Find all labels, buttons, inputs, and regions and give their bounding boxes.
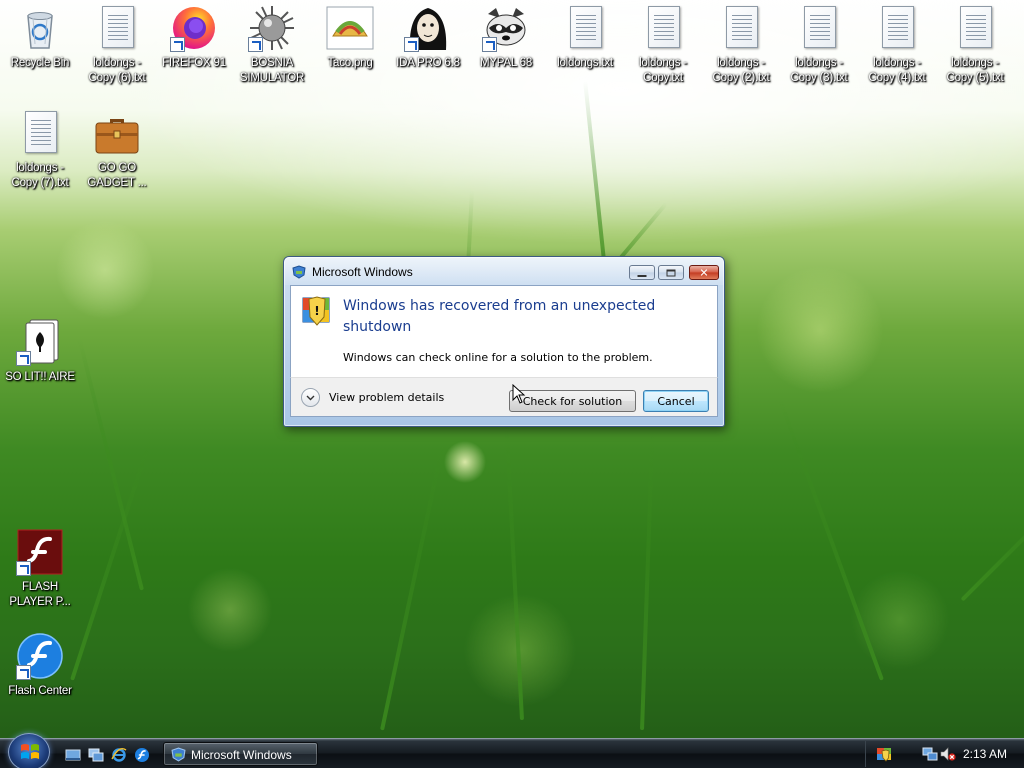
- desktop-icon-label: Flash Center: [8, 685, 72, 697]
- desktop-icon-firefox[interactable]: FIREFOX 91: [154, 4, 234, 71]
- chevron-down-icon: [301, 388, 320, 407]
- text-file-icon: [873, 4, 921, 52]
- desktop-icon-loldongs[interactable]: loldongs.txt: [545, 4, 625, 71]
- text-file-icon: [93, 4, 141, 52]
- spiky-mine-icon: [248, 4, 296, 52]
- desktop-icon-label: loldongs - Copy (6).txt: [88, 57, 146, 84]
- desktop-icon-label: loldongs - Copy.txt: [639, 57, 687, 84]
- check-for-solution-button[interactable]: Check for solution: [509, 390, 636, 412]
- windows-shield-icon: [171, 747, 186, 762]
- minimize-icon: [637, 274, 647, 277]
- desktop-icon-label: Taco.png: [327, 57, 373, 69]
- desktop-icon-label: GO GO GADGET ...: [87, 162, 147, 189]
- text-file-icon: [639, 4, 687, 52]
- desktop-icon-go-go-gadget[interactable]: GO GO GADGET ...: [77, 109, 157, 191]
- ida-pro-icon: [404, 4, 452, 52]
- desktop-icon-label: loldongs - Copy (3).txt: [790, 57, 848, 84]
- desktop-icon-label: loldongs.txt: [557, 57, 613, 69]
- desktop-icon-loldongs-copy-7[interactable]: loldongs - Copy (7).txt: [0, 109, 80, 191]
- view-problem-details-toggle[interactable]: View problem details: [301, 388, 444, 407]
- desktop-icon-label: loldongs - Copy (7).txt: [11, 162, 69, 189]
- desktop-icon-loldongs-copy-5[interactable]: loldongs - Copy (5).txt: [935, 4, 1015, 86]
- view-problem-details-label: View problem details: [329, 391, 445, 404]
- text-file-icon: [795, 4, 843, 52]
- windows-logo-icon: [21, 744, 39, 759]
- dialog-main-instruction: Windows has recovered from an unexpected…: [343, 298, 656, 335]
- text-file-icon: [717, 4, 765, 52]
- desktop-icon-bosnia-simulator[interactable]: BOSNIA SIMULATOR: [232, 4, 312, 86]
- windows-shield-icon: [292, 264, 306, 279]
- desktop-icon-flash-center[interactable]: Flash Center: [0, 632, 80, 699]
- desktop-icon-mypal[interactable]: MYPAL 68: [466, 4, 546, 71]
- security-center-icon[interactable]: [876, 746, 892, 762]
- dialog-title: Microsoft Windows: [312, 265, 413, 279]
- close-icon: ✕: [699, 266, 709, 279]
- flash-icon[interactable]: [134, 747, 150, 763]
- network-icon[interactable]: [922, 746, 938, 762]
- desktop-icon-solitaire[interactable]: SO LIT!! AIRE: [0, 318, 80, 385]
- desktop-icon-loldongs-copy-2[interactable]: loldongs - Copy (2).txt: [701, 4, 781, 86]
- taskbar: Microsoft Windows 2:13 AM: [0, 733, 1024, 768]
- show-desktop-icon[interactable]: [65, 747, 81, 763]
- dialog-content: ! Windows has recovered from an unexpect…: [290, 285, 718, 377]
- maximize-button[interactable]: [658, 265, 684, 280]
- flash-center-icon: [16, 632, 64, 680]
- desktop-icon-label: SO LIT!! AIRE: [5, 371, 75, 383]
- internet-explorer-icon[interactable]: [111, 747, 127, 763]
- recycle-bin-icon: [16, 4, 64, 52]
- dialog-footer: View problem details Check for solution …: [290, 377, 718, 417]
- start-button[interactable]: [8, 733, 50, 768]
- cancel-button[interactable]: Cancel: [643, 390, 709, 412]
- taskbar-button-microsoft-windows[interactable]: Microsoft Windows: [163, 742, 318, 766]
- mouse-cursor-icon: [512, 384, 526, 404]
- taco-image-icon: [326, 4, 374, 52]
- desktop-icon-label: loldongs - Copy (5).txt: [946, 57, 1004, 84]
- desktop-icon-flash-player[interactable]: FLASH PLAYER P...: [0, 528, 80, 610]
- close-button[interactable]: ✕: [689, 265, 719, 280]
- desktop-icon-label: MYPAL 68: [479, 57, 533, 69]
- text-file-icon: [16, 109, 64, 157]
- dialog-title-bar[interactable]: Microsoft Windows ✕: [284, 257, 724, 285]
- desktop-icon-label: FLASH PLAYER P...: [9, 581, 71, 608]
- desktop-icon-label: IDA PRO 6.8: [396, 57, 460, 69]
- flash-player-icon: [16, 528, 64, 576]
- svg-text:!: !: [314, 304, 319, 318]
- desktop-icon-ida-pro[interactable]: IDA PRO 6.8: [388, 4, 468, 71]
- solitaire-card-icon: [16, 318, 64, 366]
- desktop-icon-taco-png[interactable]: Taco.png: [310, 4, 390, 71]
- desktop-icon-loldongs-copy-3[interactable]: loldongs - Copy (3).txt: [779, 4, 859, 86]
- dialog-content-text: Windows can check online for a solution …: [343, 351, 653, 364]
- desktop-icon-label: loldongs - Copy (4).txt: [868, 57, 926, 84]
- desktop-icon-label: BOSNIA SIMULATOR: [239, 57, 305, 84]
- maximize-icon: [666, 269, 676, 276]
- desktop-icon-loldongs-copy-6[interactable]: loldongs - Copy (6).txt: [77, 4, 157, 86]
- briefcase-icon: [93, 109, 141, 157]
- switch-windows-icon[interactable]: [88, 747, 104, 763]
- minimize-button[interactable]: [629, 265, 655, 280]
- text-file-icon: [561, 4, 609, 52]
- security-shield-icon: !: [301, 295, 333, 327]
- volume-muted-icon[interactable]: [940, 746, 956, 762]
- desktop-icon-label: FIREFOX 91: [162, 57, 226, 69]
- desktop-icon-label: loldongs - Copy (2).txt: [712, 57, 770, 84]
- desktop-icon-loldongs-copy[interactable]: loldongs - Copy.txt: [623, 4, 703, 86]
- text-file-icon: [951, 4, 999, 52]
- desktop-icon-label: Recycle Bin: [10, 57, 70, 69]
- firefox-icon: [170, 4, 218, 52]
- system-tray: 2:13 AM: [865, 741, 1024, 767]
- taskbar-button-label: Microsoft Windows: [191, 748, 292, 762]
- desktop-icon-recycle-bin[interactable]: Recycle Bin: [0, 4, 80, 71]
- mypal-raccoon-icon: [482, 4, 530, 52]
- recovery-dialog: Microsoft Windows ✕ ! Windows has recove…: [283, 256, 725, 427]
- clock[interactable]: 2:13 AM: [963, 747, 1007, 761]
- desktop-icon-loldongs-copy-4[interactable]: loldongs - Copy (4).txt: [857, 4, 937, 86]
